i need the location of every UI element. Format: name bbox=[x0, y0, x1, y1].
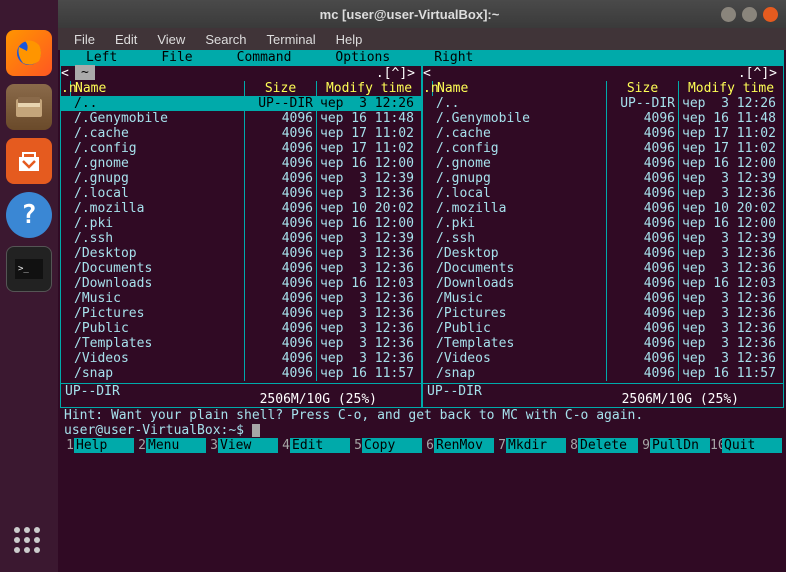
firefox-icon[interactable] bbox=[6, 30, 52, 76]
mc-area: Left File Command Options Right < ~ .[^]… bbox=[58, 50, 786, 572]
file-row[interactable]: /Templates4096чер 3 12:36 bbox=[61, 336, 421, 351]
fkey-edit[interactable]: 4Edit bbox=[278, 438, 350, 453]
help-icon[interactable]: ? bbox=[6, 192, 52, 238]
file-row[interactable]: /.pki4096чер 16 12:00 bbox=[61, 216, 421, 231]
left-panel[interactable]: < ~ .[^]> .n Name Size Modify time /..UP… bbox=[60, 65, 422, 408]
software-icon[interactable] bbox=[6, 138, 52, 184]
fkey-mkdir[interactable]: 7Mkdir bbox=[494, 438, 566, 453]
menu-search[interactable]: Search bbox=[197, 30, 254, 49]
file-row[interactable]: /.mozilla4096чер 10 20:02 bbox=[423, 201, 783, 216]
fkey-pulldn[interactable]: 9PullDn bbox=[638, 438, 710, 453]
right-panel[interactable]: < .[^]> .n Name Size Modify time /..UP--… bbox=[422, 65, 784, 408]
fkey-help[interactable]: 1Help bbox=[62, 438, 134, 453]
menu-edit[interactable]: Edit bbox=[107, 30, 145, 49]
file-row[interactable]: /Downloads4096чер 16 12:03 bbox=[423, 276, 783, 291]
panel-sort-indicator[interactable]: .[^]> bbox=[738, 66, 777, 81]
file-row[interactable]: /.gnome4096чер 16 12:00 bbox=[423, 156, 783, 171]
terminal-icon[interactable]: >_ bbox=[6, 246, 52, 292]
function-keys: 1Help2Menu3View4Edit5Copy6RenMov7Mkdir8D… bbox=[60, 438, 784, 453]
panel-path-tab[interactable]: ~ bbox=[75, 65, 95, 80]
launcher-dock: ? >_ bbox=[0, 0, 58, 572]
file-row[interactable]: /.pki4096чер 16 12:00 bbox=[423, 216, 783, 231]
mc-menubar: Left File Command Options Right bbox=[60, 50, 784, 65]
file-row[interactable]: /Desktop4096чер 3 12:36 bbox=[61, 246, 421, 261]
file-row[interactable]: /Public4096чер 3 12:36 bbox=[423, 321, 783, 336]
file-row[interactable]: /Videos4096чер 3 12:36 bbox=[423, 351, 783, 366]
file-row[interactable]: /..UP--DIRчер 3 12:26 bbox=[423, 96, 783, 111]
window-title: mc [user@user-VirtualBox]:~ bbox=[98, 7, 721, 22]
shell-prompt[interactable]: user@user-VirtualBox:~$ bbox=[60, 423, 784, 438]
file-row[interactable]: /.mozilla4096чер 10 20:02 bbox=[61, 201, 421, 216]
column-headers: .n Name Size Modify time bbox=[423, 81, 783, 96]
svg-text:>_: >_ bbox=[18, 264, 29, 274]
file-row[interactable]: /Documents4096чер 3 12:36 bbox=[423, 261, 783, 276]
file-rows-left: /..UP--DIRчер 3 12:26/.Genymobile4096чер… bbox=[61, 96, 421, 381]
file-row[interactable]: /.ssh4096чер 3 12:39 bbox=[423, 231, 783, 246]
file-row[interactable]: /.local4096чер 3 12:36 bbox=[61, 186, 421, 201]
file-row[interactable]: /.config4096чер 17 11:02 bbox=[61, 141, 421, 156]
file-row[interactable]: /..UP--DIRчер 3 12:26 bbox=[61, 96, 421, 111]
menu-help[interactable]: Help bbox=[328, 30, 371, 49]
hint-line: Hint: Want your plain shell? Press C-o, … bbox=[60, 408, 784, 423]
file-row[interactable]: /Documents4096чер 3 12:36 bbox=[61, 261, 421, 276]
file-row[interactable]: /Public4096чер 3 12:36 bbox=[61, 321, 421, 336]
file-row[interactable]: /.cache4096чер 17 11:02 bbox=[423, 126, 783, 141]
file-row[interactable]: /.gnupg4096чер 3 12:39 bbox=[61, 171, 421, 186]
file-row[interactable]: /.Genymobile4096чер 16 11:48 bbox=[61, 111, 421, 126]
file-row[interactable]: /.gnome4096чер 16 12:00 bbox=[61, 156, 421, 171]
titlebar: mc [user@user-VirtualBox]:~ bbox=[58, 0, 786, 28]
file-row[interactable]: /.Genymobile4096чер 16 11:48 bbox=[423, 111, 783, 126]
file-row[interactable]: /snap4096чер 16 11:57 bbox=[423, 366, 783, 381]
apps-grid-icon[interactable] bbox=[14, 527, 44, 557]
mc-menu-file[interactable]: File bbox=[139, 50, 214, 65]
fkey-copy[interactable]: 5Copy bbox=[350, 438, 422, 453]
file-rows-right: /..UP--DIRчер 3 12:26/.Genymobile4096чер… bbox=[423, 96, 783, 381]
panel-sort-indicator[interactable]: .[^]> bbox=[376, 66, 415, 81]
file-row[interactable]: /.ssh4096чер 3 12:39 bbox=[61, 231, 421, 246]
terminal-window: mc [user@user-VirtualBox]:~ File Edit Vi… bbox=[58, 0, 786, 572]
maximize-button[interactable] bbox=[742, 7, 757, 22]
file-row[interactable]: /Music4096чер 3 12:36 bbox=[61, 291, 421, 306]
fkey-delete[interactable]: 8Delete bbox=[566, 438, 638, 453]
file-row[interactable]: /.cache4096чер 17 11:02 bbox=[61, 126, 421, 141]
menu-terminal[interactable]: Terminal bbox=[259, 30, 324, 49]
file-row[interactable]: /Pictures4096чер 3 12:36 bbox=[423, 306, 783, 321]
file-row[interactable]: /.local4096чер 3 12:36 bbox=[423, 186, 783, 201]
mc-menu-command[interactable]: Command bbox=[215, 50, 314, 65]
file-row[interactable]: /Downloads4096чер 16 12:03 bbox=[61, 276, 421, 291]
menu-view[interactable]: View bbox=[149, 30, 193, 49]
file-row[interactable]: /Videos4096чер 3 12:36 bbox=[61, 351, 421, 366]
column-headers: .n Name Size Modify time bbox=[61, 81, 421, 96]
file-row[interactable]: /.gnupg4096чер 3 12:39 bbox=[423, 171, 783, 186]
file-row[interactable]: /Pictures4096чер 3 12:36 bbox=[61, 306, 421, 321]
mc-menu-right[interactable]: Right bbox=[412, 50, 495, 65]
minimize-button[interactable] bbox=[721, 7, 736, 22]
close-button[interactable] bbox=[763, 7, 778, 22]
fkey-quit[interactable]: 10Quit bbox=[710, 438, 782, 453]
file-row[interactable]: /Templates4096чер 3 12:36 bbox=[423, 336, 783, 351]
window-menubar: File Edit View Search Terminal Help bbox=[58, 28, 786, 50]
mc-menu-left[interactable]: Left bbox=[64, 50, 139, 65]
menu-file[interactable]: File bbox=[66, 30, 103, 49]
file-row[interactable]: /Music4096чер 3 12:36 bbox=[423, 291, 783, 306]
file-row[interactable]: /Desktop4096чер 3 12:36 bbox=[423, 246, 783, 261]
mc-menu-options[interactable]: Options bbox=[313, 50, 412, 65]
fkey-view[interactable]: 3View bbox=[206, 438, 278, 453]
file-row[interactable]: /snap4096чер 16 11:57 bbox=[61, 366, 421, 381]
fkey-menu[interactable]: 2Menu bbox=[134, 438, 206, 453]
file-row[interactable]: /.config4096чер 17 11:02 bbox=[423, 141, 783, 156]
files-icon[interactable] bbox=[6, 84, 52, 130]
fkey-renmov[interactable]: 6RenMov bbox=[422, 438, 494, 453]
